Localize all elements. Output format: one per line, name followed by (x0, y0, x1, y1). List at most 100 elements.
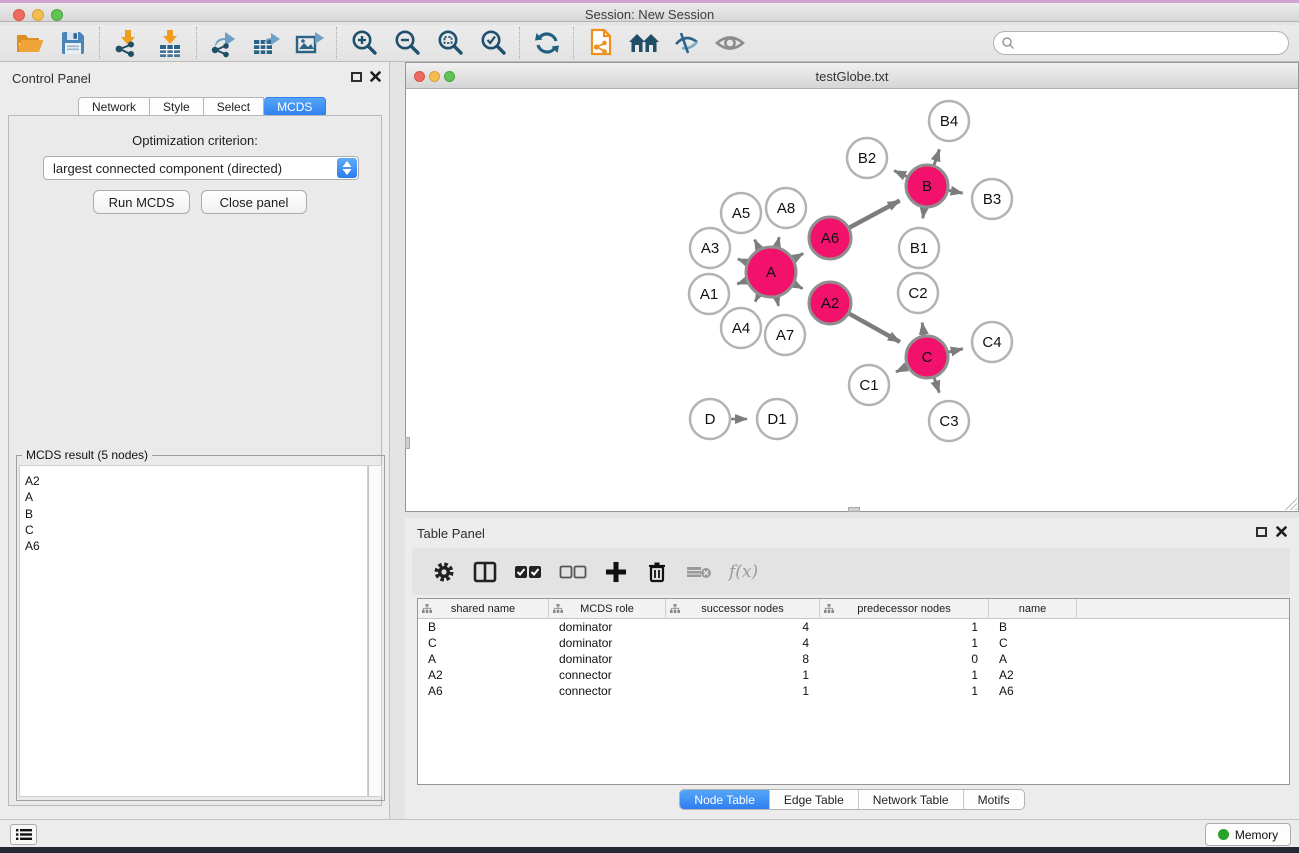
table-row[interactable]: Adominator80A (418, 651, 1289, 667)
delete-column-icon[interactable] (645, 557, 669, 587)
table-cell[interactable]: connector (549, 667, 666, 683)
run-mcds-button[interactable]: Run MCDS (93, 190, 190, 214)
add-column-icon[interactable] (604, 557, 628, 587)
table-cell[interactable]: 1 (820, 619, 989, 635)
node-D[interactable]: D (690, 399, 730, 439)
export-table-icon[interactable] (245, 26, 288, 60)
column-header[interactable]: name (989, 599, 1077, 619)
edge-B-B2[interactable] (894, 171, 907, 177)
edge-A-A7[interactable] (777, 297, 779, 305)
node-table[interactable]: shared nameMCDS rolesuccessor nodesprede… (417, 598, 1290, 785)
split-panel-icon[interactable] (473, 557, 497, 587)
table-cell[interactable]: C (418, 635, 549, 651)
tab-edge-table[interactable]: Edge Table (769, 790, 858, 809)
edge-A2-C[interactable] (849, 314, 900, 342)
network-window-titlebar[interactable]: testGlobe.txt (406, 63, 1298, 89)
table-cell[interactable]: dominator (549, 619, 666, 635)
node-C1[interactable]: C1 (849, 365, 889, 405)
node-C2[interactable]: C2 (898, 273, 938, 313)
edge-C-C4[interactable] (948, 349, 962, 352)
node-A3[interactable]: A3 (690, 228, 730, 268)
criterion-select[interactable]: largest connected component (directed) (43, 156, 359, 180)
table-cell[interactable]: 1 (820, 683, 989, 699)
open-folder-icon[interactable] (8, 26, 51, 60)
search-box[interactable] (993, 31, 1289, 55)
refresh-icon[interactable] (525, 26, 568, 60)
save-icon[interactable] (51, 26, 94, 60)
edge-C-C1[interactable] (896, 367, 907, 372)
task-history-button[interactable] (10, 824, 37, 845)
float-table-panel-icon[interactable] (1256, 527, 1267, 537)
table-cell[interactable]: A6 (418, 683, 549, 699)
edge-A-A5[interactable] (755, 240, 760, 249)
tab-mcds[interactable]: MCDS (264, 97, 326, 117)
table-cell[interactable]: 4 (666, 619, 820, 635)
table-cell[interactable]: connector (549, 683, 666, 699)
edge-B-B4[interactable] (934, 149, 939, 165)
node-B4[interactable]: B4 (929, 101, 969, 141)
node-A6[interactable]: A6 (809, 217, 851, 259)
edge-A-A2[interactable] (794, 284, 803, 288)
edge-B-B3[interactable] (949, 190, 963, 193)
node-A[interactable]: A (746, 247, 796, 297)
edge-C-C2[interactable] (922, 323, 924, 336)
edge-A-A1[interactable] (737, 281, 746, 284)
h-scroll-nub[interactable] (405, 437, 410, 449)
table-cell[interactable]: A (418, 651, 549, 667)
table-row[interactable]: Cdominator41C (418, 635, 1289, 651)
result-item[interactable]: B (25, 506, 367, 522)
table-cell[interactable]: B (418, 619, 549, 635)
table-cell[interactable]: dominator (549, 635, 666, 651)
tab-select[interactable]: Select (204, 97, 264, 117)
eye-icon[interactable] (708, 26, 751, 60)
column-header[interactable]: MCDS role (549, 599, 666, 619)
node-A8[interactable]: A8 (766, 188, 806, 228)
zoom-in-icon[interactable] (342, 26, 385, 60)
table-cell[interactable]: B (989, 619, 1077, 635)
node-B[interactable]: B (906, 165, 948, 207)
table-cell[interactable]: 8 (666, 651, 820, 667)
table-row[interactable]: Bdominator41B (418, 619, 1289, 635)
table-cell[interactable]: 0 (820, 651, 989, 667)
table-cell[interactable]: C (989, 635, 1077, 651)
edge-A-A4[interactable] (755, 295, 759, 302)
edge-A-A8[interactable] (777, 237, 779, 246)
table-cell[interactable]: 1 (820, 635, 989, 651)
export-image-icon[interactable] (288, 26, 331, 60)
home-icon[interactable] (622, 26, 665, 60)
import-network-icon[interactable] (105, 26, 148, 60)
table-cell[interactable]: A6 (989, 683, 1077, 699)
table-cell[interactable]: 1 (666, 667, 820, 683)
node-C[interactable]: C (906, 336, 948, 378)
zoom-fit-icon[interactable] (428, 26, 471, 60)
edge-A-A6[interactable] (794, 253, 804, 259)
search-input[interactable] (1015, 34, 1288, 52)
tab-network[interactable]: Network (78, 97, 150, 117)
tab-network-table[interactable]: Network Table (858, 790, 963, 809)
column-header[interactable]: shared name (418, 599, 549, 619)
node-B2[interactable]: B2 (847, 138, 887, 178)
node-A7[interactable]: A7 (765, 315, 805, 355)
close-table-panel-icon[interactable] (1276, 526, 1287, 537)
result-item[interactable]: C (25, 522, 367, 538)
table-cell[interactable]: A (989, 651, 1077, 667)
table-row[interactable]: A2connector11A2 (418, 667, 1289, 683)
node-A1[interactable]: A1 (689, 274, 729, 314)
column-header[interactable]: predecessor nodes (820, 599, 989, 619)
column-header[interactable]: successor nodes (666, 599, 820, 619)
edge-B-B1[interactable] (923, 208, 924, 218)
table-row[interactable]: A6connector11A6 (418, 683, 1289, 699)
delete-table-icon[interactable] (686, 557, 712, 587)
unselect-all-columns-icon[interactable] (559, 557, 587, 587)
select-all-columns-icon[interactable] (514, 557, 542, 587)
network-document-icon[interactable] (579, 26, 622, 60)
close-panel-button[interactable]: Close panel (201, 190, 307, 214)
zoom-selected-icon[interactable] (471, 26, 514, 60)
table-cell[interactable]: A2 (418, 667, 549, 683)
float-panel-icon[interactable] (351, 72, 362, 82)
result-item[interactable]: A2 (25, 473, 367, 489)
result-scrollbar[interactable] (368, 465, 382, 797)
node-A5[interactable]: A5 (721, 193, 761, 233)
table-cell[interactable]: 1 (820, 667, 989, 683)
function-builder-icon[interactable]: f(x) (729, 557, 758, 587)
